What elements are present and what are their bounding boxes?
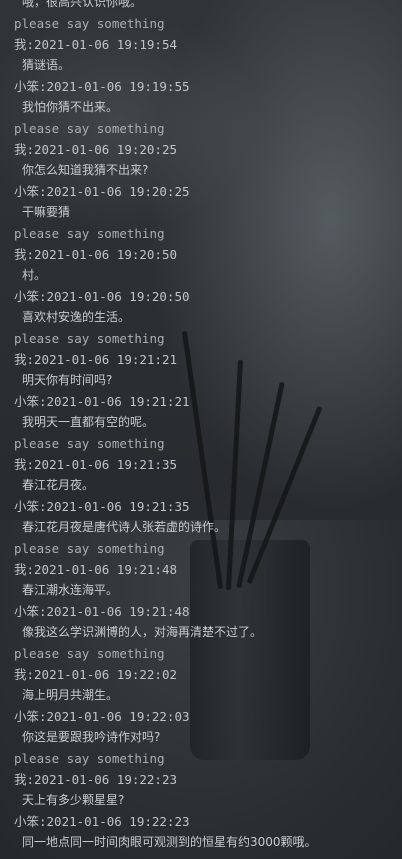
message-header: 我:2021-01-06 19:21:21 — [14, 352, 178, 367]
input-prompt: please say something — [14, 121, 165, 136]
message-header: 小笨:2021-01-06 19:20:25 — [14, 184, 190, 199]
message-header: 小笨:2021-01-06 19:22:23 — [14, 814, 190, 829]
chat-message: 海上明月共潮生。 — [22, 688, 119, 702]
input-prompt: please say something — [14, 541, 165, 556]
console-output: 哦，很高兴认识你哦。 please say something 我:2021-01-… — [0, 0, 402, 859]
chat-message: 猜谜语。 — [22, 58, 71, 72]
chat-message: 村。 — [22, 268, 47, 282]
input-prompt: please say something — [14, 331, 165, 346]
message-header: 小笨:2021-01-06 19:21:21 — [14, 394, 190, 409]
message-header: 我:2021-01-06 19:19:54 — [14, 37, 178, 52]
chat-message: 明天你有时间吗? — [22, 373, 113, 387]
chat-message: 天上有多少颗星星? — [22, 793, 125, 807]
input-prompt: please say something — [14, 436, 165, 451]
input-prompt: please say something — [14, 16, 165, 31]
message-header: 我:2021-01-06 19:21:48 — [14, 562, 178, 577]
message-header: 我:2021-01-06 19:21:35 — [14, 457, 178, 472]
chat-message: 同一地点同一时间肉眼可观测到的恒星有约3000颗哦。 — [22, 835, 317, 849]
input-prompt: please say something — [14, 226, 165, 241]
message-header: 小笨:2021-01-06 19:19:55 — [14, 79, 190, 94]
message-header: 小笨:2021-01-06 19:20:50 — [14, 289, 190, 304]
chat-message: 喜欢村安逸的生活。 — [22, 310, 131, 324]
message-header: 小笨:2021-01-06 19:21:48 — [14, 604, 190, 619]
chat-message: 春江花月夜。 — [22, 478, 95, 492]
message-header: 我:2021-01-06 19:20:50 — [14, 247, 178, 262]
message-header: 小笨:2021-01-06 19:22:03 — [14, 709, 190, 724]
chat-message: 春江花月夜是唐代诗人张若虚的诗作。 — [22, 520, 227, 534]
chat-message: 像我这么学识渊博的人，对海再清楚不过了。 — [22, 625, 263, 639]
message-header: 我:2021-01-06 19:22:02 — [14, 667, 178, 682]
chat-message: 干嘛要猜 — [22, 205, 71, 219]
message-header: 小笨:2021-01-06 19:21:35 — [14, 499, 190, 514]
chat-message: 我明天一直都有空的呢。 — [22, 415, 155, 429]
input-prompt: please say something — [14, 751, 165, 766]
chat-message: 哦，很高兴认识你哦。 — [22, 0, 143, 9]
chat-message: 我怕你猜不出来。 — [22, 100, 119, 114]
message-header: 我:2021-01-06 19:20:25 — [14, 142, 178, 157]
chat-message: 春江潮水连海平。 — [22, 583, 119, 597]
chat-message: 你怎么知道我猜不出来? — [22, 163, 149, 177]
chat-message: 你这是要跟我吟诗作对吗? — [22, 730, 161, 744]
message-header: 我:2021-01-06 19:22:23 — [14, 772, 178, 787]
input-prompt: please say something — [14, 646, 165, 661]
